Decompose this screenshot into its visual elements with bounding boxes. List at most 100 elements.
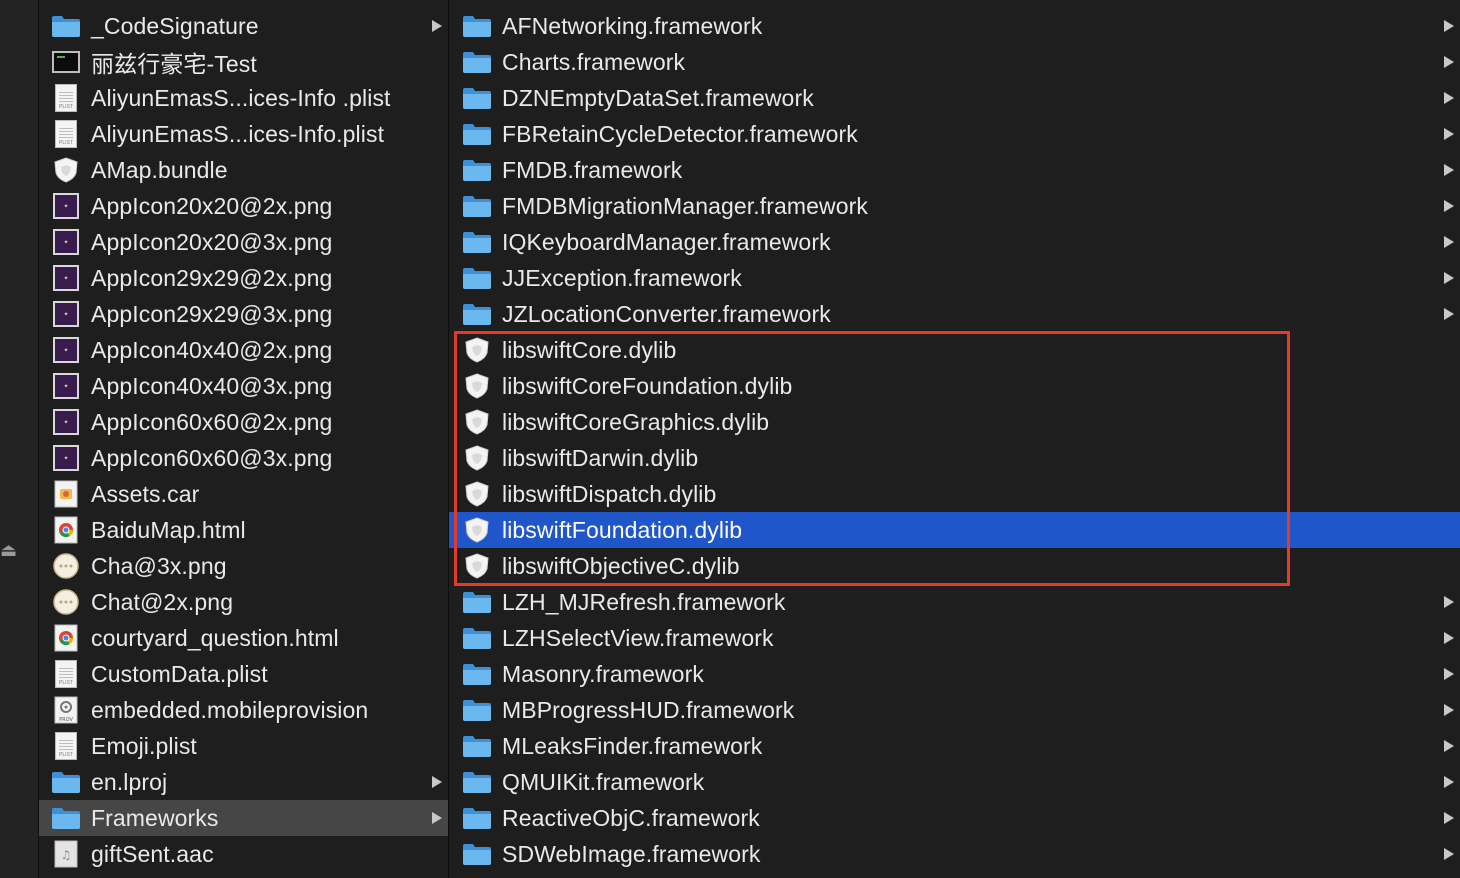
dylib-shield-icon [462,551,492,581]
disclosure-chevron-icon[interactable] [1444,308,1454,320]
file-row[interactable]: BaiduMap.html [39,512,448,548]
disclosure-chevron-icon[interactable] [1444,632,1454,644]
folder-row[interactable]: MLeaksFinder.framework [449,728,1460,764]
folder-row[interactable]: _CodeSignature [39,8,448,44]
folder-row[interactable]: ReactiveObjC.framework [449,800,1460,836]
dylib-shield-icon [462,479,492,509]
item-label: LZHSelectView.framework [502,624,774,651]
folder-row[interactable]: LZH_MJRefresh.framework [449,584,1460,620]
folder-row[interactable]: JJException.framework [449,260,1460,296]
folder-row[interactable]: en.lproj [39,764,448,800]
image-thumbnail-icon: ✦ [51,443,81,473]
disclosure-chevron-icon[interactable] [432,20,442,32]
item-label: AliyunEmasS...ices-Info .plist [91,84,391,111]
item-label: _CodeSignature [91,12,259,39]
disclosure-chevron-icon[interactable] [1444,128,1454,140]
finder-column-1[interactable]: _CodeSignature 丽兹行豪宅-Test PLIST AliyunEmasS… [39,0,449,878]
file-row[interactable]: PLIST CustomData.plist [39,656,448,692]
folder-icon [51,11,81,41]
item-label: FMDBMigrationManager.framework [502,192,869,219]
dylib-shield-icon [462,335,492,365]
folder-row[interactable]: FMDB.framework [449,152,1460,188]
folder-row[interactable]: Charts.framework [449,44,1460,80]
file-row[interactable]: ✦ AppIcon29x29@2x.png [39,260,448,296]
file-row[interactable]: ✦ AppIcon29x29@3x.png [39,296,448,332]
file-row[interactable]: ♫ giftSent.aac [39,836,448,872]
file-row[interactable]: Cha@3x.png [39,548,448,584]
file-row[interactable]: ✦ AppIcon40x40@3x.png [39,368,448,404]
folder-row[interactable]: MBProgressHUD.framework [449,692,1460,728]
folder-row[interactable]: JZLocationConverter.framework [449,296,1460,332]
chrome-html-icon [51,623,81,653]
file-row[interactable]: libswiftCoreFoundation.dylib [449,368,1460,404]
file-row[interactable]: ✦ AppIcon60x60@2x.png [39,404,448,440]
disclosure-chevron-icon[interactable] [1444,848,1454,860]
disclosure-chevron-icon[interactable] [1444,776,1454,788]
file-row[interactable]: libswiftObjectiveC.dylib [449,548,1460,584]
file-row[interactable]: ✦ AppIcon60x60@3x.png [39,440,448,476]
disclosure-chevron-icon[interactable] [1444,272,1454,284]
disclosure-chevron-icon[interactable] [1444,596,1454,608]
file-row[interactable]: AMap.bundle [39,152,448,188]
file-row[interactable]: Chat@2x.png [39,584,448,620]
file-row[interactable]: libswiftDarwin.dylib [449,440,1460,476]
plist-icon: PLIST [51,659,81,689]
disclosure-chevron-icon[interactable] [1444,740,1454,752]
file-row[interactable]: ✦ AppIcon20x20@3x.png [39,224,448,260]
disclosure-chevron-icon[interactable] [432,776,442,788]
file-row[interactable]: ✦ AppIcon20x20@2x.png [39,188,448,224]
file-row[interactable]: PLIST AliyunEmasS...ices-Info.plist [39,116,448,152]
item-label: MLeaksFinder.framework [502,732,763,759]
file-row[interactable]: libswiftCoreGraphics.dylib [449,404,1460,440]
file-row[interactable]: PLIST AliyunEmasS...ices-Info .plist [39,80,448,116]
file-row[interactable]: libswiftCore.dylib [449,332,1460,368]
folder-row[interactable]: FBRetainCycleDetector.framework [449,116,1460,152]
disclosure-chevron-icon[interactable] [1444,92,1454,104]
folder-row[interactable]: DZNEmptyDataSet.framework [449,80,1460,116]
folder-icon [462,47,492,77]
file-row[interactable]: 丽兹行豪宅-Test [39,44,448,80]
folder-icon [462,227,492,257]
item-label: AFNetworking.framework [502,12,763,39]
folder-row[interactable]: Frameworks [39,800,448,836]
item-label: libswiftFoundation.dylib [502,516,743,543]
disclosure-chevron-icon[interactable] [1444,200,1454,212]
file-row[interactable]: libswiftFoundation.dylib [449,512,1460,548]
item-label: MBProgressHUD.framework [502,696,795,723]
disclosure-chevron-icon[interactable] [1444,20,1454,32]
disclosure-chevron-icon[interactable] [1444,236,1454,248]
folder-row[interactable]: Masonry.framework [449,656,1460,692]
item-label: AMap.bundle [91,156,228,183]
folder-row[interactable]: AFNetworking.framework [449,8,1460,44]
plist-icon: PLIST [51,731,81,761]
item-label: libswiftObjectiveC.dylib [502,552,740,579]
folder-row[interactable]: QMUIKit.framework [449,764,1460,800]
file-row[interactable]: Assets.car [39,476,448,512]
file-row[interactable]: libswiftDispatch.dylib [449,476,1460,512]
disclosure-chevron-icon[interactable] [1444,164,1454,176]
collapse-arrow-icon[interactable]: ⏏ [0,540,17,561]
disclosure-chevron-icon[interactable] [1444,812,1454,824]
item-label: Frameworks [91,804,219,831]
item-label: Chat@2x.png [91,588,234,615]
folder-row[interactable]: IQKeyboardManager.framework [449,224,1460,260]
item-label: DZNEmptyDataSet.framework [502,84,814,111]
file-row[interactable]: PROV embedded.mobileprovision [39,692,448,728]
disclosure-chevron-icon[interactable] [432,812,442,824]
folder-row[interactable]: LZHSelectView.framework [449,620,1460,656]
disclosure-chevron-icon[interactable] [1444,704,1454,716]
folder-row[interactable]: SDWebImage.framework [449,836,1460,872]
file-row[interactable]: courtyard_question.html [39,620,448,656]
disclosure-chevron-icon[interactable] [1444,56,1454,68]
left-gutter: ⏏ [0,0,39,878]
item-label: Charts.framework [502,48,686,75]
finder-column-2[interactable]: AFNetworking.framework Charts.framework DZ… [449,0,1460,878]
item-label: courtyard_question.html [91,624,339,651]
item-label: libswiftDispatch.dylib [502,480,717,507]
chat-bubble-icon [51,551,81,581]
chrome-html-icon [51,515,81,545]
disclosure-chevron-icon[interactable] [1444,668,1454,680]
file-row[interactable]: ✦ AppIcon40x40@2x.png [39,332,448,368]
file-row[interactable]: PLIST Emoji.plist [39,728,448,764]
folder-row[interactable]: FMDBMigrationManager.framework [449,188,1460,224]
